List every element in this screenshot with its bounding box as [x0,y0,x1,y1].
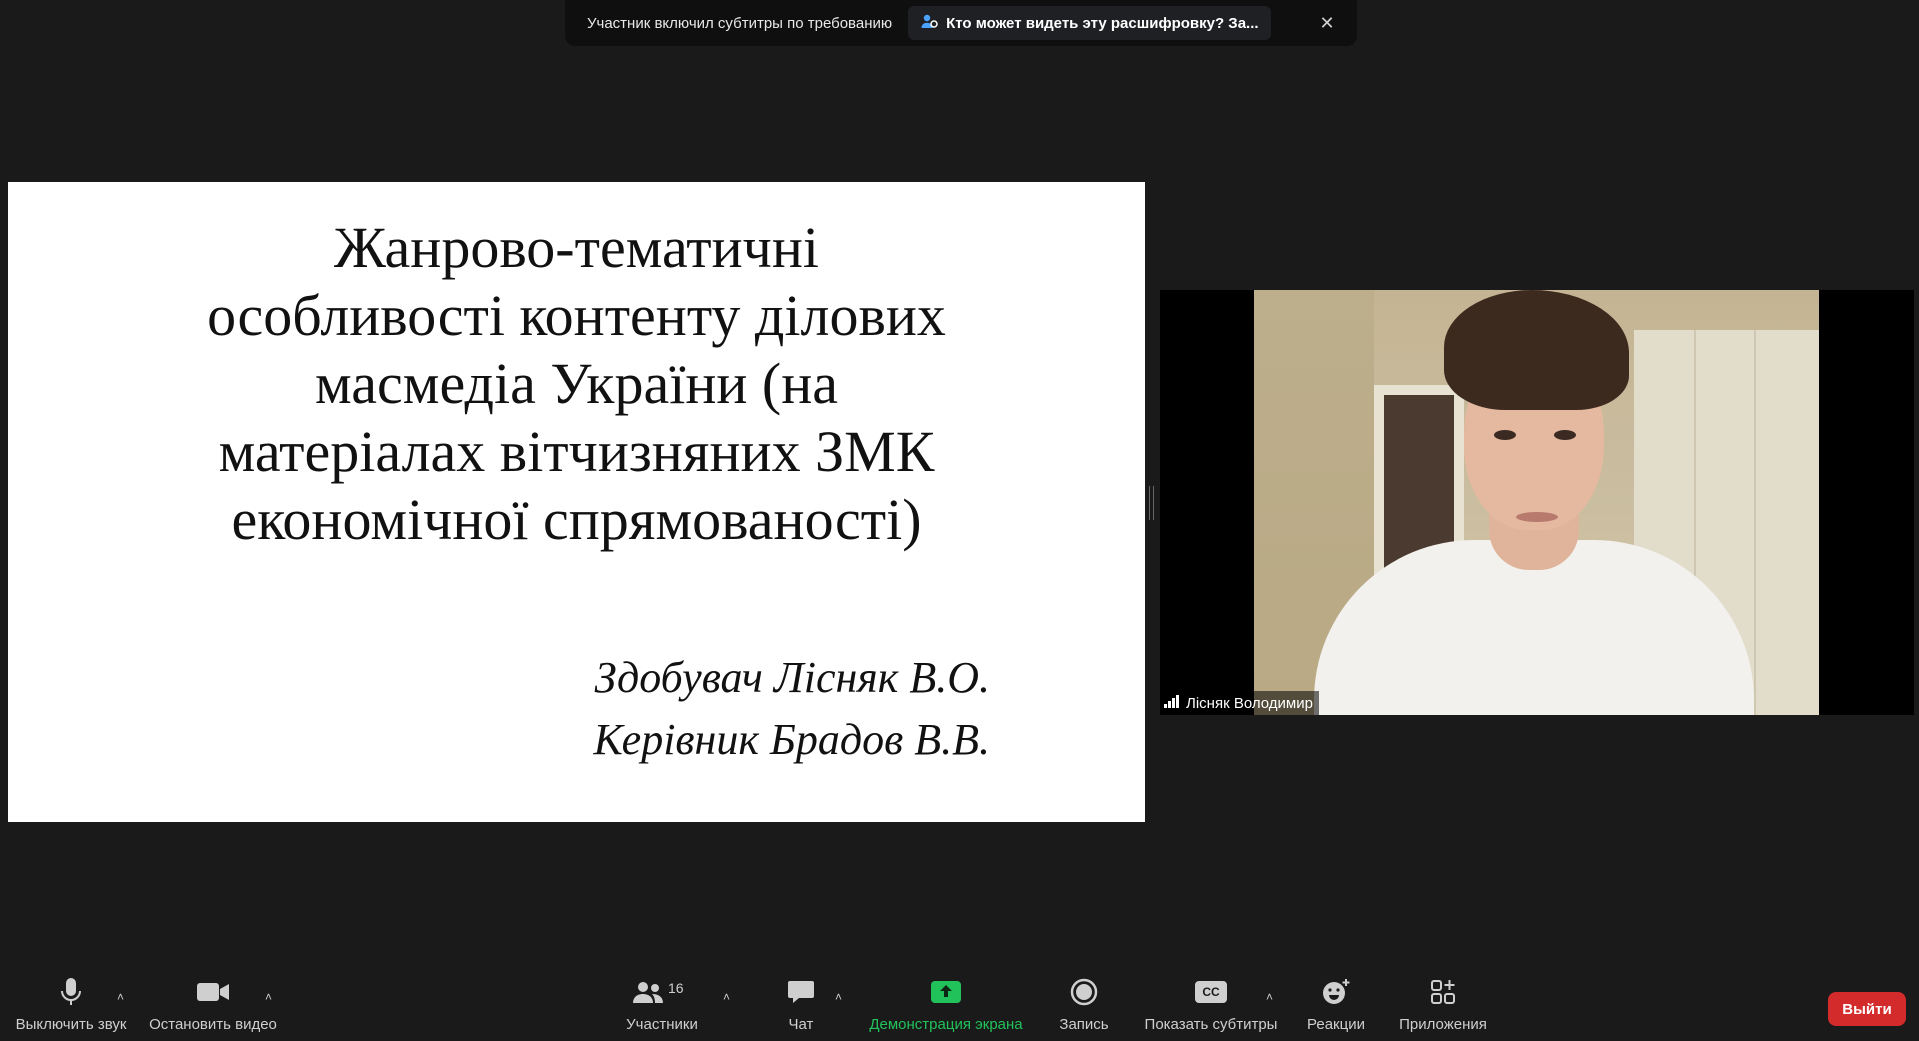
slide-author-student: Здобувач Лісняк В.О. [594,653,990,702]
participant-eye [1554,430,1576,440]
reactions-button[interactable]: Реакции [1303,968,1369,1041]
panel-resize-handle[interactable] [1149,486,1154,520]
show-captions-label: Показать субтитры [1144,1016,1278,1033]
reaction-smiley-icon [1321,974,1351,1010]
share-screen-button[interactable]: Демонстрация экрана [864,968,1028,1041]
mute-button[interactable]: Выключить звук [12,968,130,1041]
signal-strength-icon [1164,694,1180,712]
slide-author-supervisor: Керівник Брадов В.В. [593,715,990,764]
chat-label: Чат [788,1016,814,1033]
captions-options-chevron-icon[interactable]: ˄ [1266,990,1273,1004]
participant-video-feed [1254,290,1819,715]
captions-icon-text: CC [1195,981,1227,1003]
slide-title: Жанрово-тематичні особливості контенту д… [207,215,946,552]
cabinet-divider [1754,330,1756,715]
participants-icon: 16 [632,974,692,1010]
mute-label: Выключить звук [15,1016,127,1033]
chat-bubble-icon [787,974,815,1010]
participant-name-tag: Лісняк Володимир [1160,691,1319,715]
participant-video-tile[interactable]: Лісняк Володимир [1160,290,1914,715]
reactions-label: Реакции [1307,1016,1365,1033]
slide-authors: Здобувач Лісняк В.О. Керівник Брадов В.В… [594,647,990,771]
participant-mouth [1516,512,1558,522]
transcript-visibility-link[interactable]: Кто может видеть эту расшифровку? За... [908,6,1271,40]
participant-hair [1444,290,1629,410]
banner-message: Участник включил субтитры по требованию [587,14,893,32]
record-button[interactable]: Запись [1055,968,1113,1041]
audio-options-chevron-icon[interactable]: ˄ [117,990,124,1004]
record-label: Запись [1059,1016,1109,1033]
meeting-toolbar: Выключить звук ˄ Остановить видео ˄ 16 У… [0,968,1919,1041]
apps-label: Приложения [1399,1016,1487,1033]
participants-options-chevron-icon[interactable]: ˄ [723,990,730,1004]
chat-button[interactable]: Чат [776,968,826,1041]
close-icon[interactable]: ✕ [1315,13,1339,34]
show-captions-button[interactable]: CC Показать субтитры [1143,968,1279,1041]
stop-video-button[interactable]: Остановить видео [148,968,278,1041]
apps-button[interactable]: Приложения [1396,968,1490,1041]
share-screen-icon [930,974,962,1010]
captions-notification-banner: Участник включил субтитры по требованию … [565,0,1357,46]
chat-options-chevron-icon[interactable]: ˄ [835,990,842,1004]
closed-captions-icon: CC [1195,974,1227,1010]
leave-meeting-button[interactable]: Выйти [1828,992,1906,1026]
participant-name: Лісняк Володимир [1186,694,1313,712]
participant-eye [1494,430,1516,440]
participants-count: 16 [668,980,684,996]
participants-button[interactable]: 16 Участники [620,968,704,1041]
microphone-icon [59,974,83,1010]
share-screen-label: Демонстрация экрана [869,1016,1023,1033]
apps-icon [1429,974,1457,1010]
shared-screen-slide: Жанрово-тематичні особливості контенту д… [8,182,1145,822]
transcript-visibility-label: Кто может видеть эту расшифровку? За... [946,14,1259,32]
video-camera-icon [196,974,230,1010]
video-options-chevron-icon[interactable]: ˄ [265,990,272,1004]
stop-video-label: Остановить видео [149,1016,277,1033]
participants-label: Участники [626,1016,698,1033]
record-icon [1070,974,1098,1010]
people-icon [920,12,938,34]
